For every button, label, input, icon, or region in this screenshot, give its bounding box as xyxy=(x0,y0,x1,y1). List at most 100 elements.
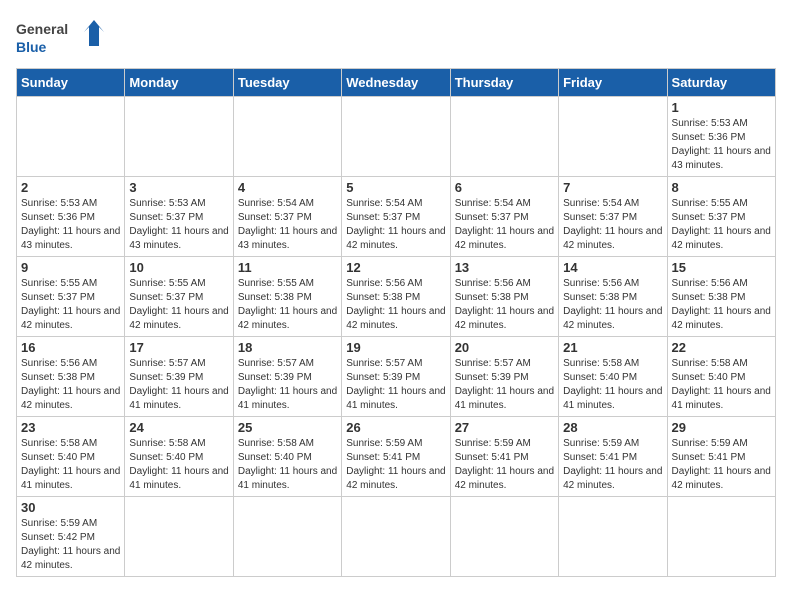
day-number: 20 xyxy=(455,340,554,355)
day-info: Sunrise: 5:58 AMSunset: 5:40 PMDaylight:… xyxy=(672,358,771,411)
day-info: Sunrise: 5:54 AMSunset: 5:37 PMDaylight:… xyxy=(455,198,554,251)
day-number: 9 xyxy=(21,260,120,275)
day-number: 24 xyxy=(129,420,228,435)
empty-cell xyxy=(233,97,341,177)
header-tuesday: Tuesday xyxy=(233,69,341,97)
empty-cell xyxy=(450,97,558,177)
calendar-row-3: 9 Sunrise: 5:55 AMSunset: 5:37 PMDayligh… xyxy=(17,257,776,337)
day-cell-18: 18 Sunrise: 5:57 AMSunset: 5:39 PMDaylig… xyxy=(233,337,341,417)
day-number: 29 xyxy=(672,420,771,435)
day-cell-21: 21 Sunrise: 5:58 AMSunset: 5:40 PMDaylig… xyxy=(559,337,667,417)
day-cell-5: 5 Sunrise: 5:54 AMSunset: 5:37 PMDayligh… xyxy=(342,177,450,257)
day-cell-25: 25 Sunrise: 5:58 AMSunset: 5:40 PMDaylig… xyxy=(233,417,341,497)
empty-cell xyxy=(450,497,558,577)
header-saturday: Saturday xyxy=(667,69,775,97)
day-number: 15 xyxy=(672,260,771,275)
day-info: Sunrise: 5:53 AMSunset: 5:36 PMDaylight:… xyxy=(672,118,771,171)
day-cell-11: 11 Sunrise: 5:55 AMSunset: 5:38 PMDaylig… xyxy=(233,257,341,337)
day-info: Sunrise: 5:55 AMSunset: 5:37 PMDaylight:… xyxy=(129,278,228,331)
header-friday: Friday xyxy=(559,69,667,97)
day-number: 28 xyxy=(563,420,662,435)
empty-cell xyxy=(233,497,341,577)
page-header: General Blue xyxy=(16,16,776,58)
empty-cell xyxy=(559,97,667,177)
day-cell-26: 26 Sunrise: 5:59 AMSunset: 5:41 PMDaylig… xyxy=(342,417,450,497)
day-cell-8: 8 Sunrise: 5:55 AMSunset: 5:37 PMDayligh… xyxy=(667,177,775,257)
day-info: Sunrise: 5:55 AMSunset: 5:37 PMDaylight:… xyxy=(672,198,771,251)
day-info: Sunrise: 5:57 AMSunset: 5:39 PMDaylight:… xyxy=(238,358,337,411)
day-number: 11 xyxy=(238,260,337,275)
day-cell-15: 15 Sunrise: 5:56 AMSunset: 5:38 PMDaylig… xyxy=(667,257,775,337)
day-number: 25 xyxy=(238,420,337,435)
day-cell-10: 10 Sunrise: 5:55 AMSunset: 5:37 PMDaylig… xyxy=(125,257,233,337)
day-cell-14: 14 Sunrise: 5:56 AMSunset: 5:38 PMDaylig… xyxy=(559,257,667,337)
day-cell-2: 2 Sunrise: 5:53 AMSunset: 5:36 PMDayligh… xyxy=(17,177,125,257)
day-cell-6: 6 Sunrise: 5:54 AMSunset: 5:37 PMDayligh… xyxy=(450,177,558,257)
day-info: Sunrise: 5:58 AMSunset: 5:40 PMDaylight:… xyxy=(563,358,662,411)
header-sunday: Sunday xyxy=(17,69,125,97)
day-number: 30 xyxy=(21,500,120,515)
day-number: 12 xyxy=(346,260,445,275)
day-number: 10 xyxy=(129,260,228,275)
svg-text:Blue: Blue xyxy=(16,39,47,55)
weekday-header-row: Sunday Monday Tuesday Wednesday Thursday… xyxy=(17,69,776,97)
day-cell-1: 1 Sunrise: 5:53 AMSunset: 5:36 PMDayligh… xyxy=(667,97,775,177)
day-cell-12: 12 Sunrise: 5:56 AMSunset: 5:38 PMDaylig… xyxy=(342,257,450,337)
day-cell-30: 30 Sunrise: 5:59 AMSunset: 5:42 PMDaylig… xyxy=(17,497,125,577)
empty-cell xyxy=(342,97,450,177)
empty-cell xyxy=(125,497,233,577)
day-cell-17: 17 Sunrise: 5:57 AMSunset: 5:39 PMDaylig… xyxy=(125,337,233,417)
empty-cell xyxy=(342,497,450,577)
day-number: 3 xyxy=(129,180,228,195)
day-number: 18 xyxy=(238,340,337,355)
calendar-row-1: 1 Sunrise: 5:53 AMSunset: 5:36 PMDayligh… xyxy=(17,97,776,177)
day-info: Sunrise: 5:58 AMSunset: 5:40 PMDaylight:… xyxy=(238,438,337,491)
day-info: Sunrise: 5:56 AMSunset: 5:38 PMDaylight:… xyxy=(672,278,771,331)
day-info: Sunrise: 5:54 AMSunset: 5:37 PMDaylight:… xyxy=(563,198,662,251)
day-info: Sunrise: 5:56 AMSunset: 5:38 PMDaylight:… xyxy=(563,278,662,331)
generalblue-logo: General Blue xyxy=(16,16,116,58)
day-info: Sunrise: 5:58 AMSunset: 5:40 PMDaylight:… xyxy=(21,438,120,491)
header-thursday: Thursday xyxy=(450,69,558,97)
header-monday: Monday xyxy=(125,69,233,97)
day-cell-22: 22 Sunrise: 5:58 AMSunset: 5:40 PMDaylig… xyxy=(667,337,775,417)
day-info: Sunrise: 5:59 AMSunset: 5:41 PMDaylight:… xyxy=(672,438,771,491)
logo: General Blue xyxy=(16,16,116,58)
day-number: 1 xyxy=(672,100,771,115)
day-number: 4 xyxy=(238,180,337,195)
day-number: 13 xyxy=(455,260,554,275)
day-number: 6 xyxy=(455,180,554,195)
day-info: Sunrise: 5:53 AMSunset: 5:37 PMDaylight:… xyxy=(129,198,228,251)
header-wednesday: Wednesday xyxy=(342,69,450,97)
day-cell-13: 13 Sunrise: 5:56 AMSunset: 5:38 PMDaylig… xyxy=(450,257,558,337)
day-info: Sunrise: 5:59 AMSunset: 5:41 PMDaylight:… xyxy=(563,438,662,491)
day-number: 22 xyxy=(672,340,771,355)
day-info: Sunrise: 5:59 AMSunset: 5:41 PMDaylight:… xyxy=(455,438,554,491)
day-number: 26 xyxy=(346,420,445,435)
calendar-row-5: 23 Sunrise: 5:58 AMSunset: 5:40 PMDaylig… xyxy=(17,417,776,497)
day-info: Sunrise: 5:56 AMSunset: 5:38 PMDaylight:… xyxy=(346,278,445,331)
day-info: Sunrise: 5:58 AMSunset: 5:40 PMDaylight:… xyxy=(129,438,228,491)
day-number: 19 xyxy=(346,340,445,355)
calendar-row-2: 2 Sunrise: 5:53 AMSunset: 5:36 PMDayligh… xyxy=(17,177,776,257)
day-cell-27: 27 Sunrise: 5:59 AMSunset: 5:41 PMDaylig… xyxy=(450,417,558,497)
day-info: Sunrise: 5:54 AMSunset: 5:37 PMDaylight:… xyxy=(238,198,337,251)
day-cell-24: 24 Sunrise: 5:58 AMSunset: 5:40 PMDaylig… xyxy=(125,417,233,497)
day-info: Sunrise: 5:56 AMSunset: 5:38 PMDaylight:… xyxy=(455,278,554,331)
day-number: 8 xyxy=(672,180,771,195)
day-info: Sunrise: 5:59 AMSunset: 5:41 PMDaylight:… xyxy=(346,438,445,491)
day-number: 16 xyxy=(21,340,120,355)
day-number: 21 xyxy=(563,340,662,355)
day-number: 17 xyxy=(129,340,228,355)
day-cell-20: 20 Sunrise: 5:57 AMSunset: 5:39 PMDaylig… xyxy=(450,337,558,417)
empty-cell xyxy=(559,497,667,577)
day-info: Sunrise: 5:57 AMSunset: 5:39 PMDaylight:… xyxy=(346,358,445,411)
calendar-table: Sunday Monday Tuesday Wednesday Thursday… xyxy=(16,68,776,577)
day-cell-3: 3 Sunrise: 5:53 AMSunset: 5:37 PMDayligh… xyxy=(125,177,233,257)
day-cell-4: 4 Sunrise: 5:54 AMSunset: 5:37 PMDayligh… xyxy=(233,177,341,257)
day-cell-23: 23 Sunrise: 5:58 AMSunset: 5:40 PMDaylig… xyxy=(17,417,125,497)
calendar-row-6: 30 Sunrise: 5:59 AMSunset: 5:42 PMDaylig… xyxy=(17,497,776,577)
day-cell-19: 19 Sunrise: 5:57 AMSunset: 5:39 PMDaylig… xyxy=(342,337,450,417)
day-cell-29: 29 Sunrise: 5:59 AMSunset: 5:41 PMDaylig… xyxy=(667,417,775,497)
day-info: Sunrise: 5:57 AMSunset: 5:39 PMDaylight:… xyxy=(129,358,228,411)
